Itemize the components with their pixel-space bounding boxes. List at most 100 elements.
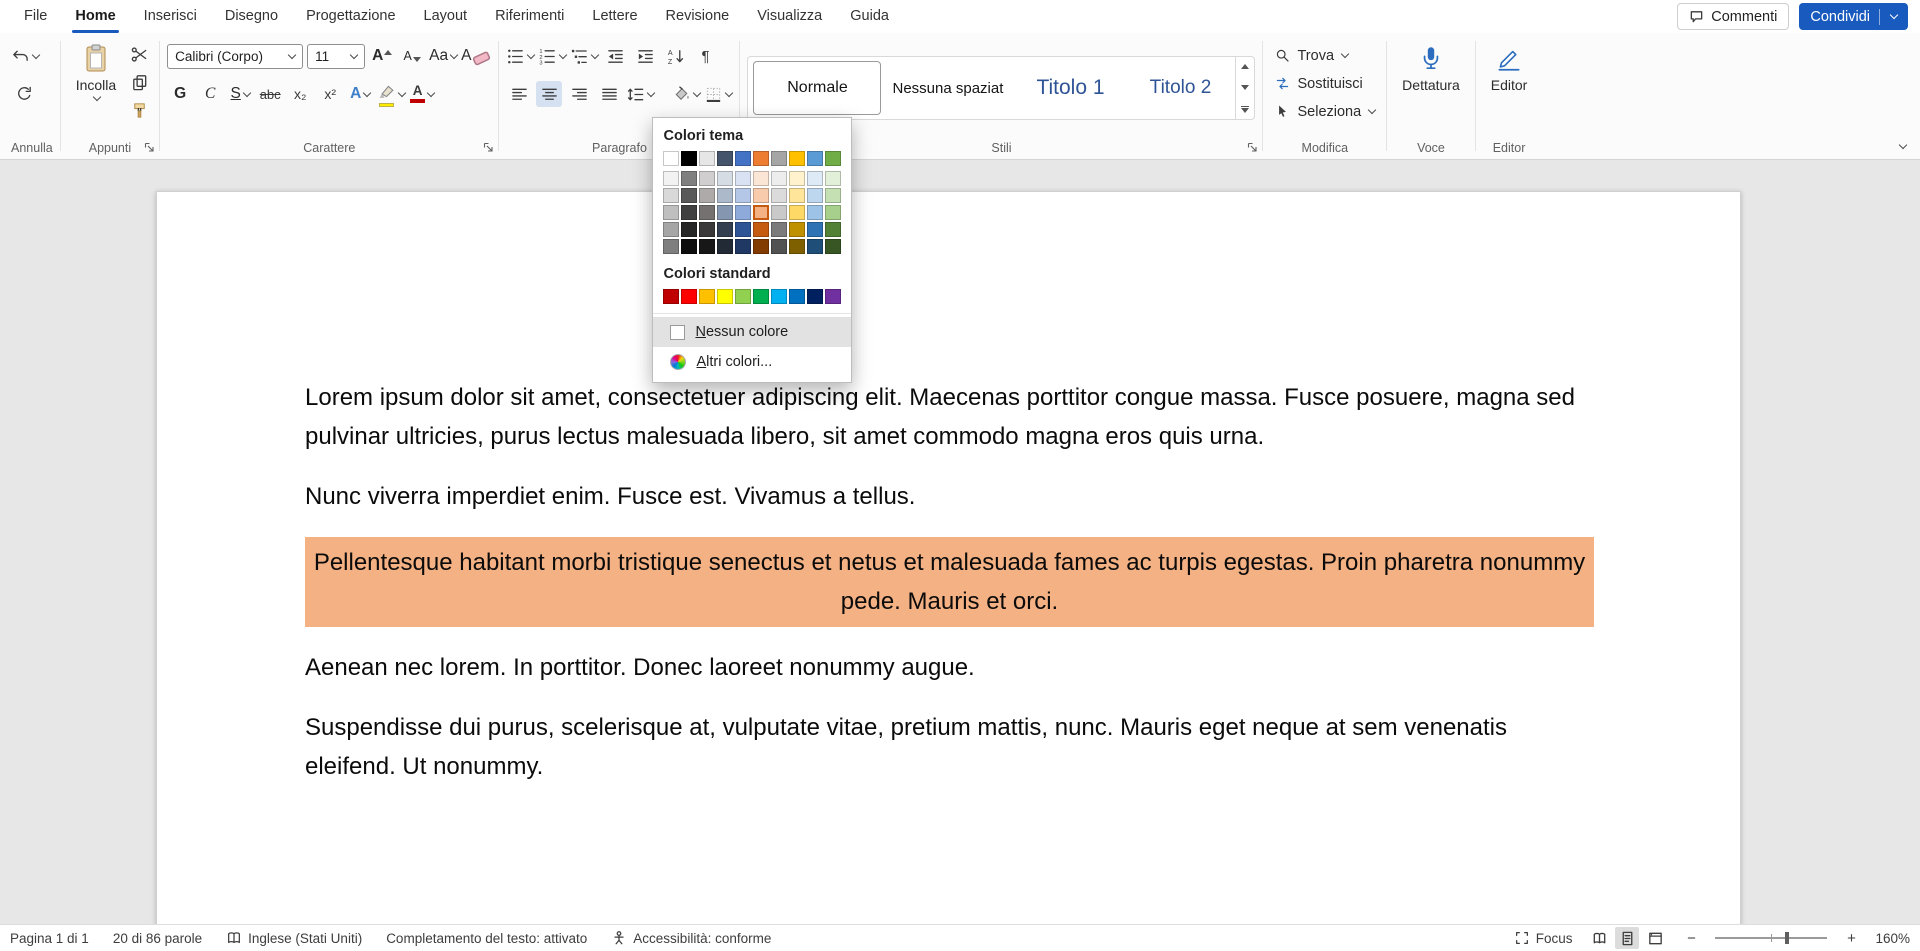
text-completion-status[interactable]: Completamento del testo: attivato <box>386 931 587 946</box>
document-canvas[interactable]: Lorem ipsum dolor sit amet, consectetuer… <box>0 160 1920 924</box>
styles-scroll-up[interactable] <box>1236 56 1254 77</box>
align-left-button[interactable] <box>506 81 532 107</box>
carattere-dialog-launcher[interactable] <box>482 141 495 154</box>
comments-button[interactable]: Commenti <box>1677 3 1789 30</box>
tab-home[interactable]: Home <box>61 0 129 33</box>
show-paragraph-marks-button[interactable]: ¶ <box>692 43 718 69</box>
increase-indent-button[interactable] <box>632 43 658 69</box>
sort-button[interactable]: AZ <box>662 43 688 69</box>
collapse-ribbon-button[interactable] <box>1898 135 1906 153</box>
more-colors-item[interactable]: Altri colori... <box>653 347 851 377</box>
color-swatch[interactable] <box>771 188 787 203</box>
clear-formatting-button[interactable]: A <box>461 43 491 69</box>
tab-disegno[interactable]: Disegno <box>211 0 292 33</box>
color-swatch[interactable] <box>753 171 769 186</box>
change-case-button[interactable]: Aa <box>429 43 457 69</box>
color-swatch[interactable] <box>717 151 733 166</box>
paragraph[interactable]: Lorem ipsum dolor sit amet, consectetuer… <box>305 378 1594 456</box>
font-name-combo[interactable]: Calibri (Corpo) <box>167 44 303 69</box>
color-swatch[interactable] <box>807 151 823 166</box>
color-swatch[interactable] <box>699 205 715 220</box>
read-mode-button[interactable] <box>1587 927 1611 949</box>
color-swatch[interactable] <box>717 222 733 237</box>
numbering-button[interactable]: 123 <box>538 43 566 69</box>
bold-button[interactable]: G <box>167 81 193 107</box>
color-swatch[interactable] <box>663 205 679 220</box>
color-swatch[interactable] <box>807 171 823 186</box>
replace-button[interactable]: Sostituisci <box>1270 73 1379 94</box>
tab-inserisci[interactable]: Inserisci <box>130 0 211 33</box>
color-swatch[interactable] <box>663 289 679 304</box>
find-button[interactable]: Trova <box>1270 45 1379 66</box>
dictate-button[interactable]: Dettatura <box>1394 39 1468 137</box>
align-right-button[interactable] <box>566 81 592 107</box>
color-swatch[interactable] <box>663 239 679 254</box>
color-swatch[interactable] <box>735 205 751 220</box>
font-color-button[interactable]: A <box>409 81 435 107</box>
color-swatch[interactable] <box>771 151 787 166</box>
proofing-status[interactable]: Inglese (Stati Uniti) <box>226 930 362 946</box>
color-swatch[interactable] <box>735 171 751 186</box>
style-nessuna-spaziatura[interactable]: Nessuna spaziatura <box>881 61 1015 115</box>
color-swatch[interactable] <box>717 188 733 203</box>
tab-lettere[interactable]: Lettere <box>578 0 651 33</box>
color-swatch[interactable] <box>735 222 751 237</box>
color-swatch[interactable] <box>825 222 841 237</box>
color-swatch[interactable] <box>681 151 697 166</box>
color-swatch[interactable] <box>771 289 787 304</box>
paste-button[interactable]: Incolla <box>68 39 124 137</box>
cut-button[interactable] <box>126 41 152 67</box>
text-effects-button[interactable]: A <box>347 81 373 107</box>
zoom-slider[interactable] <box>1715 937 1827 939</box>
color-swatch[interactable] <box>699 222 715 237</box>
color-swatch[interactable] <box>753 239 769 254</box>
zoom-out-button[interactable]: − <box>1682 930 1700 947</box>
color-swatch[interactable] <box>789 239 805 254</box>
zoom-in-button[interactable]: + <box>1842 930 1860 947</box>
tab-visualizza[interactable]: Visualizza <box>743 0 836 33</box>
color-swatch[interactable] <box>717 171 733 186</box>
color-swatch[interactable] <box>753 151 769 166</box>
color-swatch[interactable] <box>825 289 841 304</box>
appunti-dialog-launcher[interactable] <box>143 141 156 154</box>
focus-button[interactable]: Focus <box>1514 930 1573 946</box>
color-swatch[interactable] <box>789 171 805 186</box>
color-swatch[interactable] <box>825 171 841 186</box>
decrease-indent-button[interactable] <box>602 43 628 69</box>
color-swatch[interactable] <box>735 188 751 203</box>
tab-progettazione[interactable]: Progettazione <box>292 0 409 33</box>
align-center-button[interactable] <box>536 81 562 107</box>
shading-button[interactable]: Colori tema Colori standard <box>672 81 700 107</box>
underline-button[interactable]: S <box>227 81 253 107</box>
borders-button[interactable] <box>704 81 732 107</box>
font-size-combo[interactable]: 11 <box>307 44 365 69</box>
color-swatch[interactable] <box>753 289 769 304</box>
color-swatch[interactable] <box>699 188 715 203</box>
color-swatch[interactable] <box>753 188 769 203</box>
color-swatch[interactable] <box>753 222 769 237</box>
color-swatch[interactable] <box>807 222 823 237</box>
no-color-item[interactable]: Nessun colore <box>653 317 851 347</box>
color-swatch[interactable] <box>717 239 733 254</box>
color-swatch[interactable] <box>735 151 751 166</box>
color-swatch[interactable] <box>789 205 805 220</box>
color-swatch[interactable] <box>789 188 805 203</box>
styles-gallery-more[interactable] <box>1236 99 1254 120</box>
tab-riferimenti[interactable]: Riferimenti <box>481 0 578 33</box>
paragraph[interactable]: Nunc viverra imperdiet enim. Fusce est. … <box>305 477 1594 516</box>
print-layout-button[interactable] <box>1615 927 1639 949</box>
color-swatch[interactable] <box>771 222 787 237</box>
color-swatch[interactable] <box>807 205 823 220</box>
color-swatch[interactable] <box>681 289 697 304</box>
tab-guida[interactable]: Guida <box>836 0 903 33</box>
color-swatch[interactable] <box>771 205 787 220</box>
subscript-button[interactable]: x₂ <box>287 81 313 107</box>
color-swatch[interactable] <box>771 239 787 254</box>
color-swatch[interactable] <box>771 171 787 186</box>
select-button[interactable]: Seleziona <box>1270 101 1379 122</box>
color-swatch[interactable] <box>789 289 805 304</box>
document-page[interactable]: Lorem ipsum dolor sit amet, consectetuer… <box>156 191 1741 924</box>
line-spacing-button[interactable] <box>626 81 654 107</box>
style-titolo-1[interactable]: Titolo 1 <box>1015 61 1125 115</box>
color-swatch[interactable] <box>681 171 697 186</box>
